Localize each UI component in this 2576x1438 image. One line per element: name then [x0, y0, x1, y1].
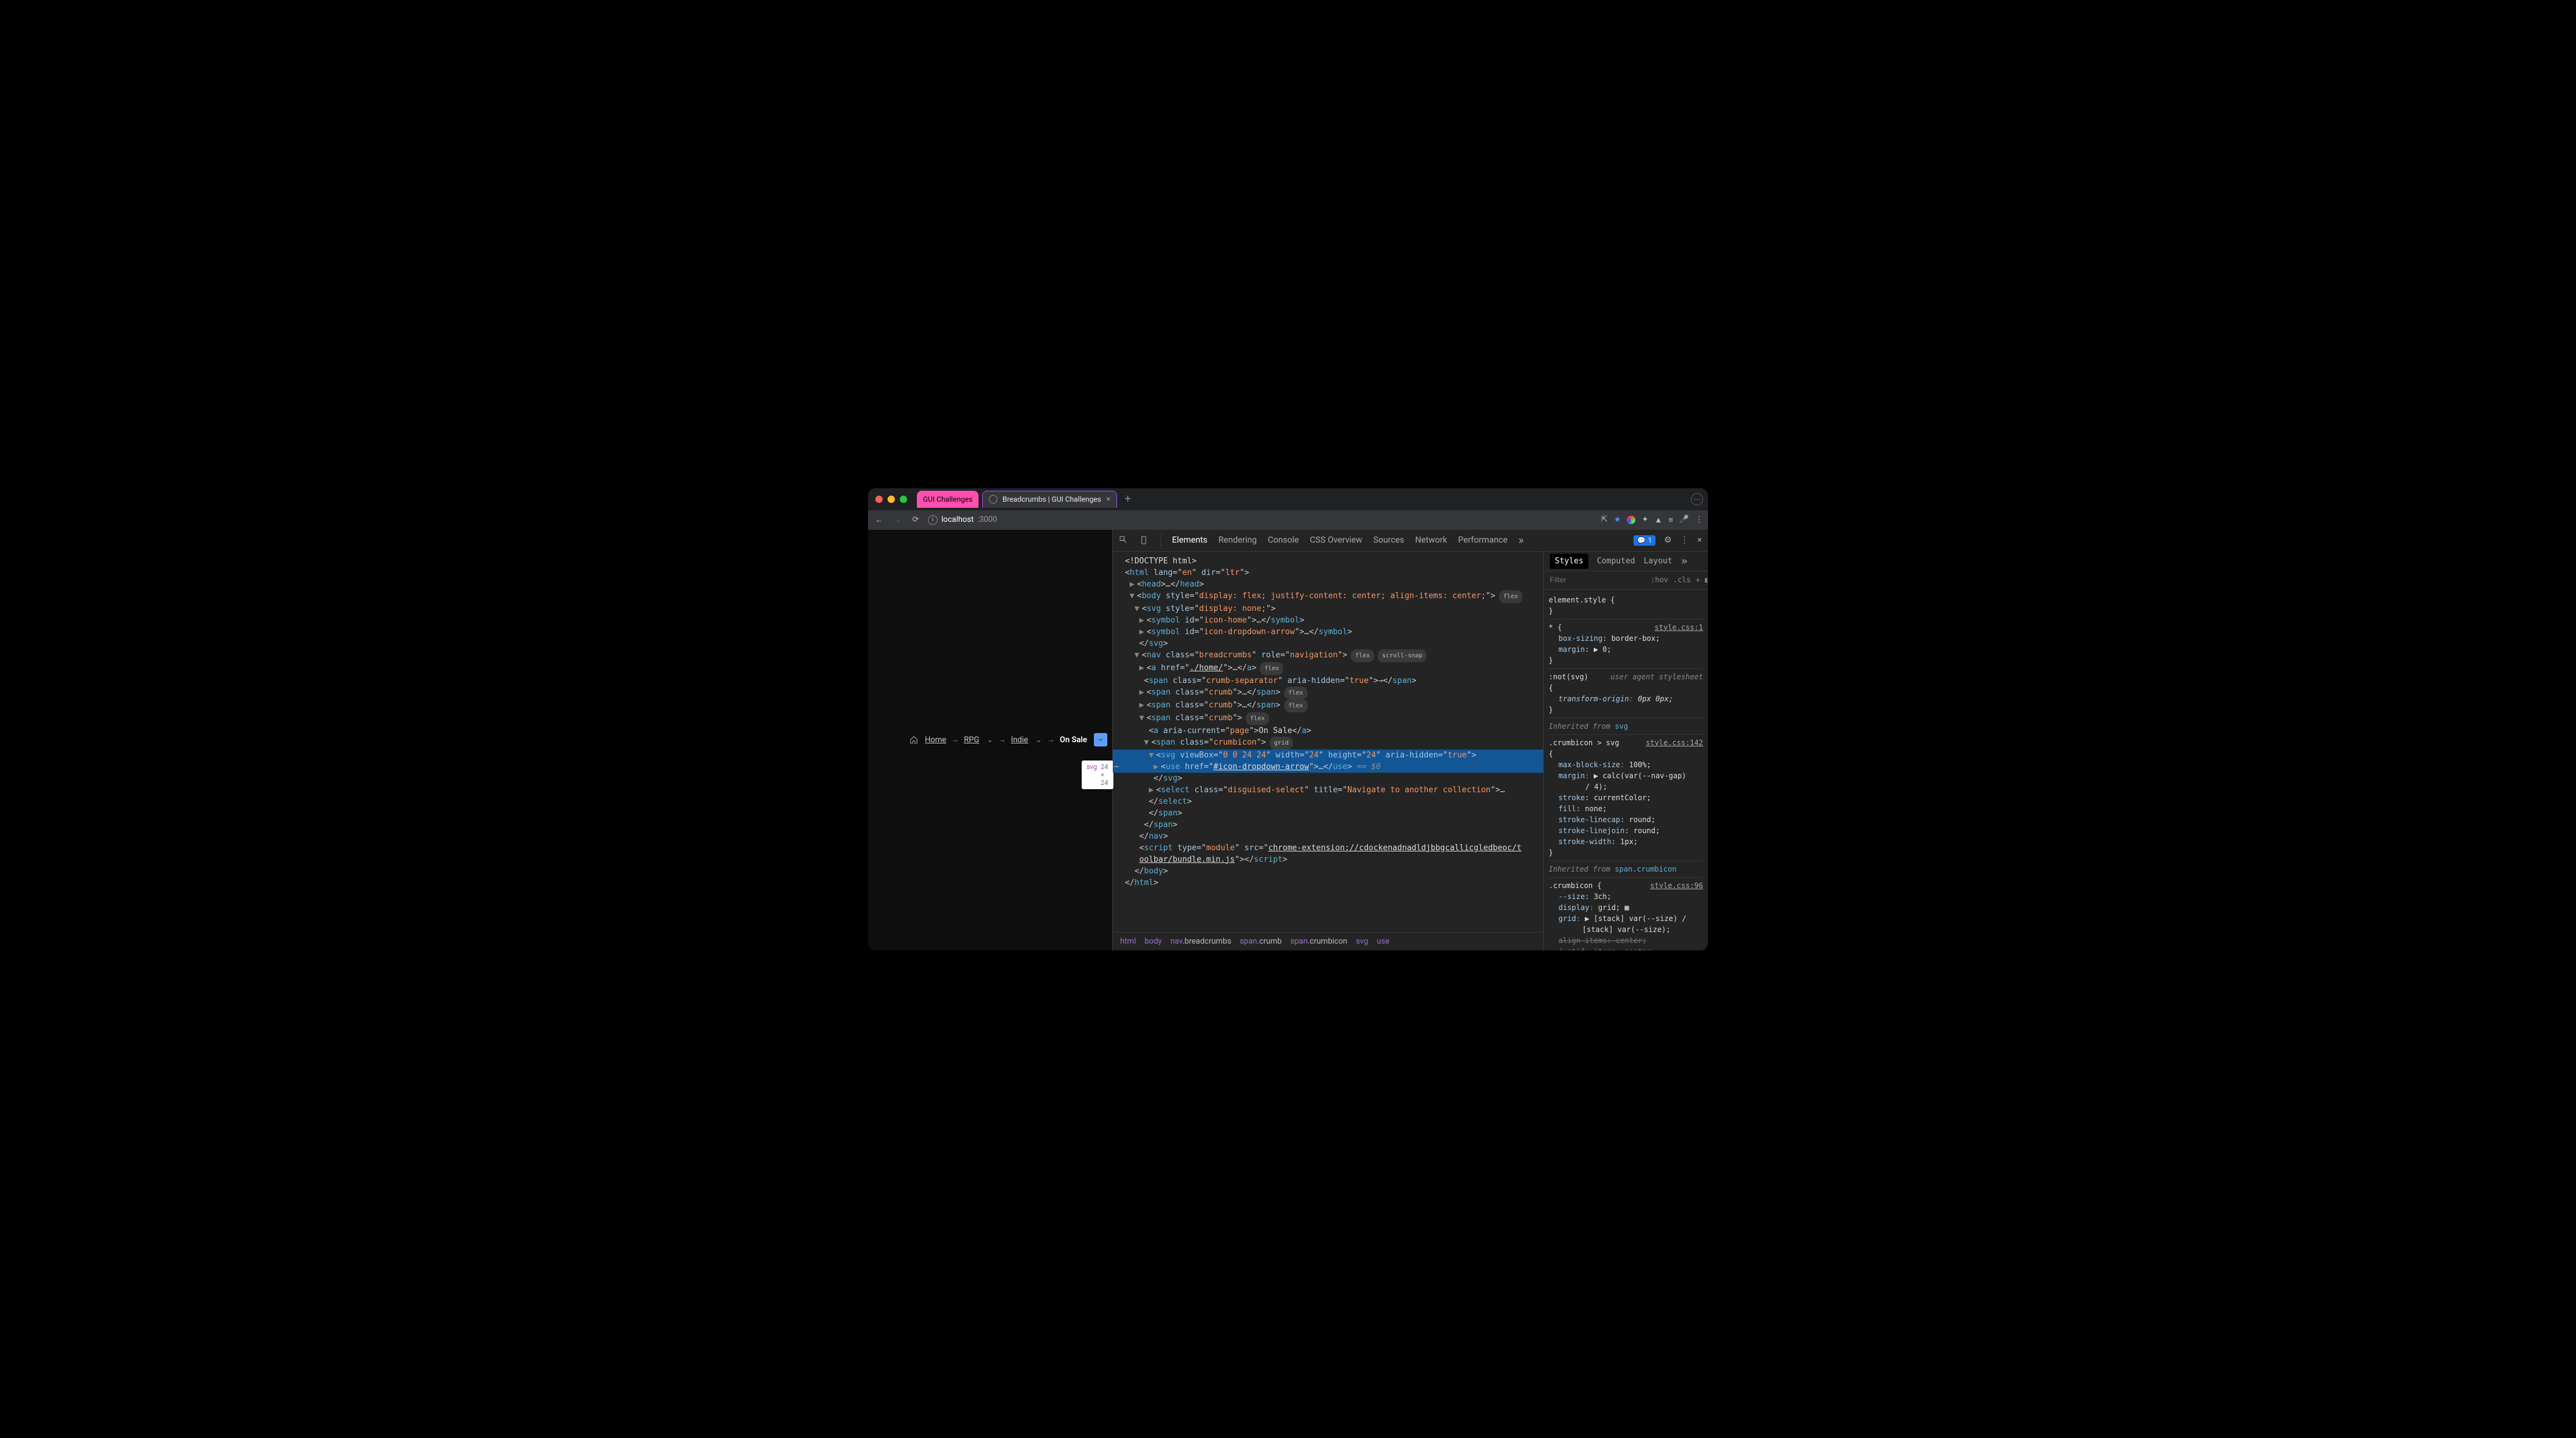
settings-icon[interactable]: ⚙ — [1664, 535, 1672, 545]
inspect-icon[interactable] — [1119, 535, 1129, 545]
tab-styles[interactable]: Styles — [1550, 554, 1588, 569]
account-icon[interactable]: ⋯ — [1691, 493, 1703, 505]
tab-active[interactable]: Breadcrumbs | GUI Challenges × — [982, 491, 1117, 508]
breadcrumb-current: On Sale — [1060, 735, 1087, 745]
maximize-window[interactable] — [900, 496, 907, 503]
issues-badge[interactable]: 💬 1 — [1634, 535, 1655, 546]
tab-strip: GUI Challenges Breadcrumbs | GUI Challen… — [868, 488, 1708, 510]
devtools-panel: Elements Rendering Console CSS Overview … — [1112, 530, 1708, 950]
tab-pinned[interactable]: GUI Challenges — [917, 491, 979, 508]
profile-icon[interactable]: ▲ — [1654, 515, 1662, 525]
cls-toggle[interactable]: .cls — [1673, 576, 1691, 584]
more-tabs-icon[interactable]: » — [1519, 534, 1524, 547]
home-icon — [910, 735, 918, 744]
url-path: :3000 — [977, 515, 997, 524]
menu-icon[interactable]: ⋮ — [1695, 515, 1703, 524]
breadcrumb-home[interactable]: Home — [925, 735, 946, 745]
address-bar: ← → ⟳ i localhost:3000 ⇱ ★ ✦ ▲ ≡ 🎤 ⋮ — [868, 510, 1708, 530]
tab-sources[interactable]: Sources — [1373, 535, 1405, 545]
globe-icon — [989, 495, 997, 504]
breadcrumb-indie[interactable]: Indie — [1011, 735, 1028, 745]
tab-label: Breadcrumbs | GUI Challenges — [1002, 495, 1101, 504]
separator-icon: → — [951, 735, 959, 745]
tab-network[interactable]: Network — [1415, 535, 1447, 545]
separator-icon: → — [998, 735, 1006, 745]
sidebar-toggle-icon[interactable]: ◧ — [1705, 576, 1708, 584]
close-devtools-icon[interactable]: × — [1698, 535, 1702, 545]
back-button[interactable]: ← — [873, 515, 885, 525]
breadcrumb-nav: Home → RPG ⌄ → Indie ⌄ → On Sale — [910, 733, 1107, 746]
chevron-down-icon[interactable]: ⌄ — [1035, 735, 1042, 745]
tab-console[interactable]: Console — [1268, 535, 1299, 545]
tab-performance[interactable]: Performance — [1458, 535, 1508, 545]
dom-tree[interactable]: <!DOCTYPE html> <html lang="en" dir="ltr… — [1113, 552, 1543, 932]
styles-filter: :hov .cls + ◧ — [1544, 571, 1708, 590]
kebab-icon[interactable]: ⋮ — [1681, 535, 1689, 545]
minimize-window[interactable] — [888, 496, 895, 503]
breadcrumb-rpg[interactable]: RPG — [964, 735, 979, 745]
site-info-icon[interactable]: i — [928, 515, 938, 525]
close-window[interactable] — [875, 496, 883, 503]
doctype: <!DOCTYPE html> — [1125, 557, 1196, 566]
styles-panel: Styles Computed Layout » :hov .cls + ◧ e… — [1543, 552, 1708, 950]
tooltip-dimensions: 24 × 24 — [1101, 763, 1108, 787]
mic-icon[interactable]: 🎤 — [1679, 515, 1689, 524]
window-controls — [875, 496, 907, 503]
toolbar-icons: ⇱ ★ ✦ ▲ ≡ 🎤 ⋮ — [1601, 515, 1703, 525]
tab-computed[interactable]: Computed — [1597, 557, 1635, 566]
forward-button[interactable]: → — [891, 515, 903, 525]
devtools-tabs: Elements Rendering Console CSS Overview … — [1113, 530, 1708, 552]
element-tooltip: svg 24 × 24 — [1082, 761, 1113, 789]
browser-window: GUI Challenges Breadcrumbs | GUI Challen… — [868, 488, 1708, 950]
device-icon[interactable] — [1140, 535, 1149, 545]
styles-rules[interactable]: element.style {} style.css:1* { box-sizi… — [1544, 590, 1708, 950]
extension-icon[interactable] — [1627, 516, 1635, 524]
dom-panel: <!DOCTYPE html> <html lang="en" dir="ltr… — [1113, 552, 1543, 950]
share-icon[interactable]: ⇱ — [1601, 515, 1608, 524]
chevron-down-icon[interactable]: ⌄ — [986, 735, 993, 745]
url-input[interactable]: i localhost:3000 — [928, 515, 1595, 525]
separator-icon: → — [1047, 735, 1055, 745]
reload-button[interactable]: ⟳ — [910, 515, 922, 524]
tab-layout[interactable]: Layout — [1644, 557, 1673, 566]
extensions-icon[interactable]: ✦ — [1641, 515, 1648, 524]
ellipsis-icon[interactable]: ⋯ — [1114, 761, 1119, 773]
issues-count: 1 — [1648, 537, 1652, 544]
tab-rendering[interactable]: Rendering — [1218, 535, 1257, 545]
close-tab-icon[interactable]: × — [1106, 494, 1110, 504]
tab-elements[interactable]: Elements — [1172, 535, 1207, 545]
styles-tabs: Styles Computed Layout » — [1544, 552, 1708, 571]
reading-list-icon[interactable]: ≡ — [1668, 515, 1673, 525]
chevron-down-icon — [1097, 736, 1104, 743]
dropdown-button[interactable] — [1094, 733, 1107, 746]
more-tabs-icon[interactable]: » — [1681, 555, 1688, 568]
filter-input[interactable] — [1549, 575, 1646, 585]
url-host: localhost — [941, 515, 974, 524]
new-tab-button[interactable]: + — [1121, 493, 1134, 505]
bookmark-icon[interactable]: ★ — [1614, 515, 1621, 524]
tab-label: GUI Challenges — [923, 495, 972, 504]
page-viewport: svg 24 × 24 Home → RPG ⌄ → Indie ⌄ → On Sa… — [868, 530, 1112, 950]
tab-css-overview[interactable]: CSS Overview — [1310, 535, 1362, 545]
hov-toggle[interactable]: :hov — [1651, 576, 1668, 584]
add-rule-icon[interactable]: + — [1696, 576, 1700, 584]
dom-breadcrumb[interactable]: html body nav.breadcrumbs span.crumb spa… — [1113, 932, 1543, 950]
tooltip-tag: svg — [1087, 763, 1097, 787]
